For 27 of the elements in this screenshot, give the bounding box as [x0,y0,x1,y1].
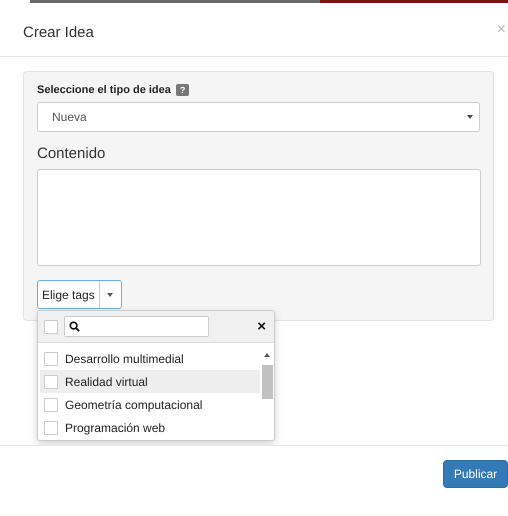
option-label: Realidad virtual [65,374,148,388]
option-label: Geometría computacional [65,398,202,412]
publish-button[interactable]: Publicar [443,460,508,488]
field-label: Contenido [37,145,106,164]
field-label: Seleccione el tipo de idea [37,84,171,96]
tag-option[interactable]: Geometría computacional [40,393,260,416]
option-label: Programación web [65,420,166,434]
checkbox[interactable] [44,352,58,366]
scroll-up-arrow-icon[interactable] [264,353,270,357]
checkbox[interactable] [44,398,58,412]
modal-title: Crear Idea [23,24,94,40]
tag-option[interactable]: Realidad virtual [40,370,260,393]
checkbox[interactable] [44,420,58,434]
caret-icon [467,115,473,119]
checkbox[interactable] [44,374,58,388]
scrollbar-thumb[interactable] [262,365,272,399]
tag-option[interactable]: Desarrollo multimedial [40,347,260,370]
search-icon [69,321,80,332]
search-field[interactable] [64,316,209,337]
option-label: Desarrollo multimedial [65,352,184,366]
clear-button[interactable]: × [255,318,268,335]
help-badge[interactable]: ? [176,84,190,96]
tag-option[interactable]: Programación web [40,416,260,439]
type-select[interactable]: Nueva [37,102,480,132]
content-field[interactable] [37,169,481,266]
dropdown-toggle-button[interactable] [98,281,121,308]
select-all-checkbox[interactable] [44,320,58,334]
